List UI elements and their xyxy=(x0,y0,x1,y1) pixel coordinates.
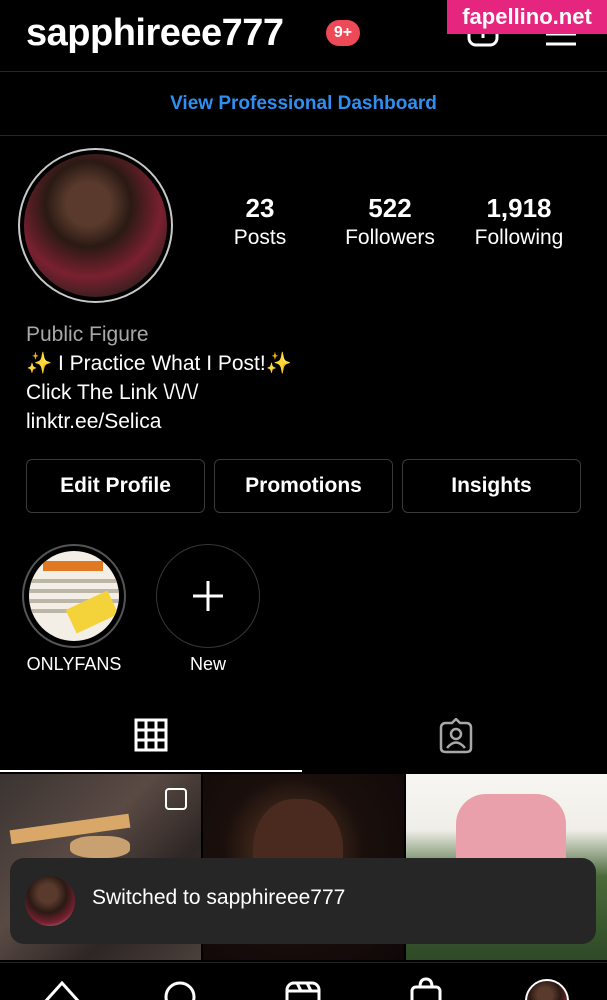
posts-label: Posts xyxy=(233,226,287,249)
profile-category: Public Figure xyxy=(26,323,149,346)
plus-icon xyxy=(193,581,223,611)
posts-count: 23 xyxy=(245,193,275,223)
reels-icon[interactable] xyxy=(283,977,323,1000)
insights-button[interactable]: Insights xyxy=(402,459,581,513)
professional-dashboard-link[interactable]: View Professional Dashboard xyxy=(0,73,607,136)
bio-line-1: ✨ I Practice What I Post!✨ xyxy=(26,352,292,375)
stat-followers[interactable]: 522 Followers xyxy=(325,193,455,250)
edit-profile-button[interactable]: Edit Profile xyxy=(26,459,205,513)
profile-avatar-large[interactable] xyxy=(18,148,173,303)
highlight-label-new: New xyxy=(189,654,226,674)
bottom-navigation xyxy=(0,962,607,1000)
following-label: Following xyxy=(474,226,564,249)
profile-avatar[interactable] xyxy=(525,979,569,1000)
tagged-icon xyxy=(439,718,473,754)
highlight-label-onlyfans: ONLYFANS xyxy=(26,654,122,674)
profile-screen: sapphireee777 9+ fapellino.net View Prof… xyxy=(0,0,607,1000)
account-switched-toast: Switched to sapphireee777 xyxy=(10,858,596,944)
search-icon[interactable] xyxy=(160,977,200,1000)
grid-icon xyxy=(134,718,168,752)
notification-badge[interactable]: 9+ xyxy=(326,20,360,46)
stat-following[interactable]: 1,918 Following xyxy=(454,193,584,250)
home-icon[interactable] xyxy=(40,977,84,1000)
bio-line-2: Click The Link \/\/\/ xyxy=(26,381,199,404)
top-header: sapphireee777 9+ fapellino.net xyxy=(0,0,607,72)
toast-avatar xyxy=(25,876,75,926)
followers-count: 522 xyxy=(368,193,412,223)
following-count: 1,918 xyxy=(486,193,552,223)
shop-icon[interactable] xyxy=(406,977,446,1000)
tab-tagged[interactable] xyxy=(305,700,607,772)
toast-message: Switched to sapphireee777 xyxy=(92,886,346,909)
highlight-cover xyxy=(29,551,119,641)
promotions-button[interactable]: Promotions xyxy=(214,459,393,513)
tab-posts-grid[interactable] xyxy=(0,700,302,772)
followers-label: Followers xyxy=(345,226,435,249)
new-highlight-button[interactable] xyxy=(156,544,260,648)
stat-posts[interactable]: 23 Posts xyxy=(195,193,325,250)
highlight-onlyfans[interactable] xyxy=(22,544,126,648)
carousel-icon xyxy=(165,788,187,810)
avatar-photo xyxy=(24,154,167,297)
profile-bio: Public Figure ✨ I Practice What I Post!✨… xyxy=(26,320,292,436)
profile-username[interactable]: sapphireee777 xyxy=(26,12,284,55)
site-watermark: fapellino.net xyxy=(447,0,607,34)
bio-link[interactable]: linktr.ee/Selica xyxy=(26,407,292,436)
